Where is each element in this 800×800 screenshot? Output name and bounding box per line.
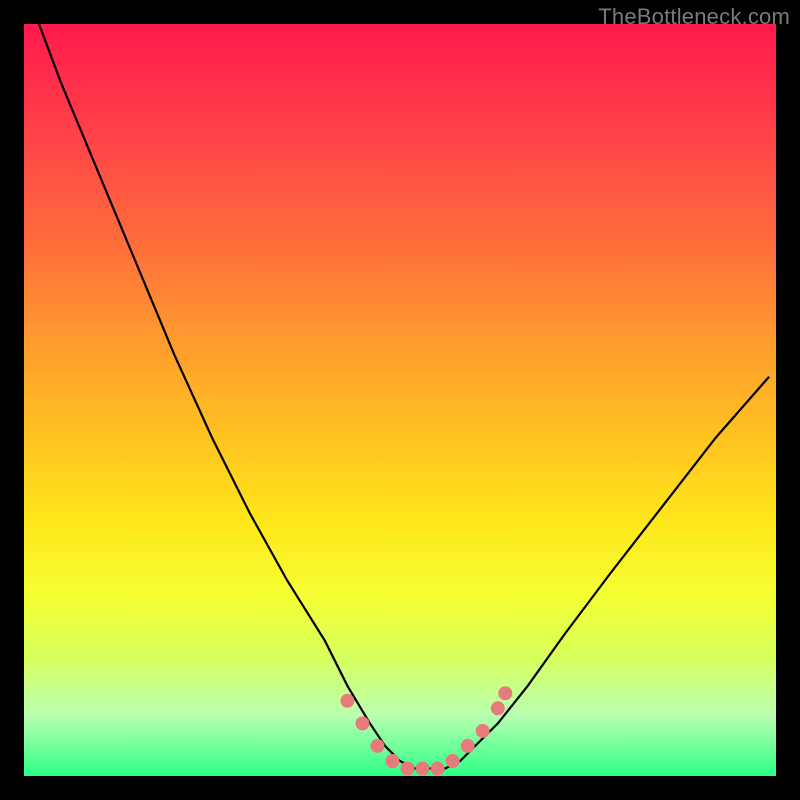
watermark-label: TheBottleneck.com — [598, 4, 790, 30]
chart-svg — [24, 24, 776, 776]
bottleneck-curve — [39, 24, 769, 769]
curve-marker — [476, 724, 490, 738]
curve-marker — [498, 686, 512, 700]
curve-marker — [416, 762, 430, 776]
curve-marker — [370, 739, 384, 753]
curve-marker — [355, 716, 369, 730]
curve-marker — [386, 754, 400, 768]
curve-marker — [340, 694, 354, 708]
chart-plot-area — [24, 24, 776, 776]
curve-marker — [401, 762, 415, 776]
curve-marker — [446, 754, 460, 768]
curve-markers — [340, 686, 512, 775]
curve-marker — [431, 762, 445, 776]
chart-frame: TheBottleneck.com — [0, 0, 800, 800]
curve-marker — [461, 739, 475, 753]
curve-marker — [491, 701, 505, 715]
